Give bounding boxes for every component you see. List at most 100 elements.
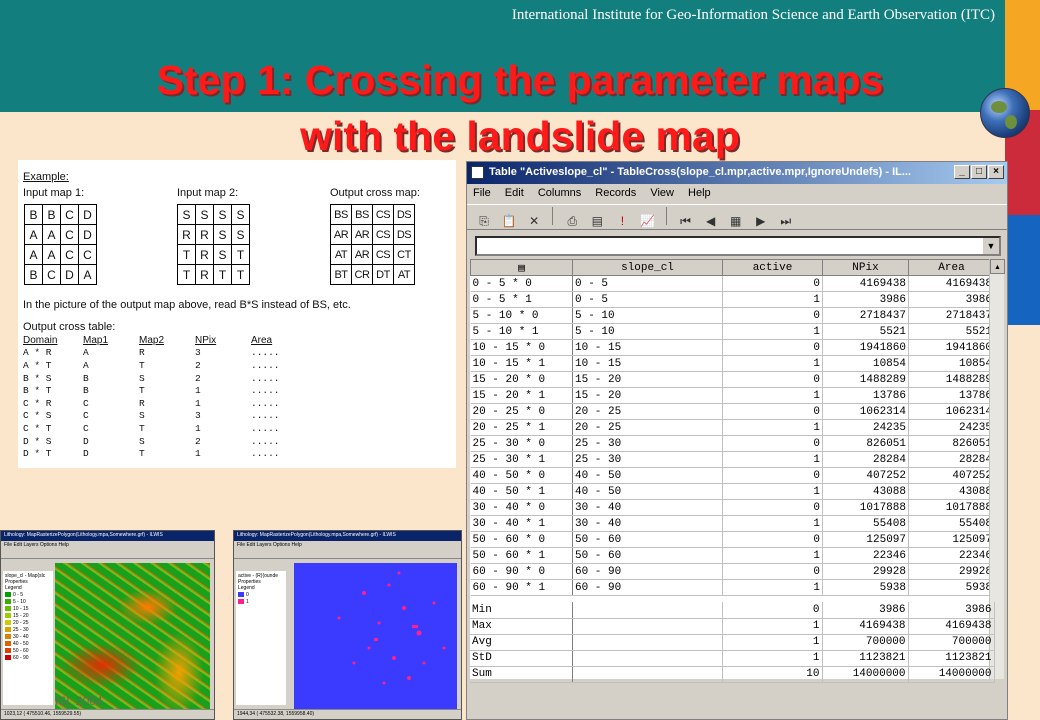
row-domain-cell[interactable]: Sum xyxy=(470,666,573,683)
table-row[interactable]: 0 - 5 * 10 - 5 1 3986 3986 xyxy=(470,291,995,308)
row-domain-cell[interactable]: 60 - 90 * 0 xyxy=(470,563,573,580)
table-cell[interactable]: 0 xyxy=(722,467,823,484)
menu-edit[interactable]: Edit xyxy=(505,187,524,199)
table-cell[interactable]: 10854 xyxy=(908,355,995,372)
row-domain-cell[interactable]: Avg xyxy=(470,634,573,651)
row-domain-cell[interactable]: 30 - 40 * 0 xyxy=(470,499,573,516)
table-cell[interactable]: 3986 xyxy=(908,291,995,308)
table-row[interactable]: 50 - 60 * 0 50 - 60 0 125097 125097 xyxy=(470,531,995,548)
table-cell[interactable]: 25 - 30 xyxy=(572,435,723,452)
table-row[interactable]: 25 - 30 * 0 25 - 30 0 826051 826051 xyxy=(470,435,995,452)
table-cell[interactable]: 29928 xyxy=(908,563,995,580)
table-cell[interactable]: 60 - 90 xyxy=(572,579,723,596)
table-cell[interactable]: 10854 xyxy=(822,355,909,372)
table-cell[interactable]: 4169438 xyxy=(908,275,995,292)
table-cell[interactable]: 55408 xyxy=(822,515,909,532)
table-cell[interactable]: 15 - 20 xyxy=(572,387,723,404)
table-cell[interactable]: 5 - 10 xyxy=(572,307,723,324)
table-cell[interactable]: 30 - 40 xyxy=(572,515,723,532)
table-row[interactable]: 40 - 50 * 0 40 - 50 0 407252 407252 xyxy=(470,467,995,484)
table-cell[interactable] xyxy=(572,650,723,667)
table-cell[interactable]: 2718437 xyxy=(908,307,995,324)
table-cell[interactable]: 2718437 xyxy=(822,307,909,324)
table-cell[interactable]: 30 - 40 xyxy=(572,499,723,516)
table-cell[interactable]: 0 xyxy=(722,531,823,548)
row-domain-cell[interactable]: 20 - 25 * 1 xyxy=(470,419,573,436)
table-cell[interactable]: 1 xyxy=(722,650,823,667)
table-cell[interactable]: 20 - 25 xyxy=(572,419,723,436)
table-cell[interactable]: 24235 xyxy=(908,419,995,436)
table-cell[interactable]: 1 xyxy=(722,579,823,596)
table-cell[interactable]: 826051 xyxy=(822,435,909,452)
scroll-up-icon[interactable]: ▲ xyxy=(990,259,1005,274)
table-cell[interactable]: 5938 xyxy=(822,579,909,596)
table-cell[interactable]: 407252 xyxy=(822,467,909,484)
stats-row[interactable]: StD 1 1123821 1123821 xyxy=(470,650,995,667)
menu-view[interactable]: View xyxy=(650,187,674,199)
table-cell[interactable]: 1 xyxy=(722,618,823,635)
row-domain-cell[interactable]: 5 - 10 * 1 xyxy=(470,323,573,340)
table-cell[interactable]: 1 xyxy=(722,419,823,436)
table-cell[interactable]: 1488289 xyxy=(908,371,995,388)
table-cell[interactable]: 22346 xyxy=(908,547,995,564)
table-cell[interactable]: 1062314 xyxy=(908,403,995,420)
paste-icon[interactable]: 📋 xyxy=(500,212,518,230)
table-row[interactable]: 20 - 25 * 1 20 - 25 1 24235 24235 xyxy=(470,419,995,436)
corner-header[interactable]: ▤ xyxy=(470,259,573,276)
table-cell[interactable] xyxy=(572,618,723,635)
row-domain-cell[interactable]: 40 - 50 * 1 xyxy=(470,483,573,500)
table-cell[interactable]: 13786 xyxy=(908,387,995,404)
stats-row[interactable]: Avg 1 700000 700000 xyxy=(470,634,995,651)
table-cell[interactable]: 5521 xyxy=(908,323,995,340)
stats-row[interactable]: Sum 10 14000000 14000000 xyxy=(470,666,995,683)
table-cell[interactable]: 4169438 xyxy=(908,618,995,635)
table-cell[interactable]: 10 - 15 xyxy=(572,339,723,356)
table-cell[interactable]: 50 - 60 xyxy=(572,547,723,564)
table-cell[interactable] xyxy=(572,666,723,683)
table-cell[interactable]: 15 - 20 xyxy=(572,371,723,388)
table-row[interactable]: 5 - 10 * 15 - 10 1 5521 5521 xyxy=(470,323,995,340)
column-header-npix[interactable]: NPix xyxy=(822,259,909,276)
row-domain-cell[interactable]: 0 - 5 * 0 xyxy=(470,275,573,292)
row-domain-cell[interactable]: 0 - 5 * 1 xyxy=(470,291,573,308)
table-cell[interactable]: 1062314 xyxy=(822,403,909,420)
table-row[interactable]: 0 - 5 * 00 - 5 0 4169438 4169438 xyxy=(470,275,995,292)
table-cell[interactable]: 20 - 25 xyxy=(572,403,723,420)
table-cell[interactable]: 1 xyxy=(722,634,823,651)
delete-icon[interactable]: ✕ xyxy=(525,212,543,230)
table-cell[interactable]: 1941860 xyxy=(822,339,909,356)
row-domain-cell[interactable]: 40 - 50 * 0 xyxy=(470,467,573,484)
table-cell[interactable]: 1 xyxy=(722,291,823,308)
properties-icon[interactable]: ▤ xyxy=(588,212,606,230)
table-cell[interactable]: 50 - 60 xyxy=(572,531,723,548)
row-domain-cell[interactable]: 10 - 15 * 0 xyxy=(470,339,573,356)
table-cell[interactable]: 407252 xyxy=(908,467,995,484)
row-domain-cell[interactable]: 15 - 20 * 0 xyxy=(470,371,573,388)
next-record-icon[interactable]: ▶ xyxy=(752,212,770,230)
copy-icon[interactable]: ⎘ xyxy=(475,212,493,230)
table-cell[interactable]: 1017888 xyxy=(822,499,909,516)
chevron-down-icon[interactable]: ▼ xyxy=(983,238,999,254)
table-cell[interactable]: 22346 xyxy=(822,547,909,564)
table-cell[interactable]: 0 xyxy=(722,435,823,452)
window-titlebar[interactable]: Table "Activeslope_cl" - TableCross(slop… xyxy=(467,162,1007,184)
row-domain-cell[interactable]: Max xyxy=(470,618,573,635)
stats-row[interactable]: Min 0 3986 3986 xyxy=(470,602,995,619)
row-domain-cell[interactable]: 30 - 40 * 1 xyxy=(470,515,573,532)
close-button[interactable]: × xyxy=(988,165,1004,179)
stats-row[interactable]: Max 1 4169438 4169438 xyxy=(470,618,995,635)
first-record-icon[interactable]: ⏮ xyxy=(677,212,695,230)
row-domain-cell[interactable]: Min xyxy=(470,602,573,619)
minimize-button[interactable]: _ xyxy=(954,165,970,179)
table-cell[interactable]: 0 xyxy=(722,563,823,580)
table-cell[interactable]: 1 xyxy=(722,515,823,532)
table-cell[interactable]: 1 xyxy=(722,323,823,340)
table-cell[interactable]: 43088 xyxy=(822,483,909,500)
previous-record-icon[interactable]: ◀ xyxy=(702,212,720,230)
row-domain-cell[interactable]: 60 - 90 * 1 xyxy=(470,579,573,596)
table-cell[interactable]: 1 xyxy=(722,547,823,564)
row-domain-cell[interactable]: 10 - 15 * 1 xyxy=(470,355,573,372)
table-cell[interactable]: 1488289 xyxy=(822,371,909,388)
table-row[interactable]: 20 - 25 * 0 20 - 25 0 1062314 1062314 xyxy=(470,403,995,420)
column-header-slope-cl[interactable]: slope_cl xyxy=(572,259,723,276)
